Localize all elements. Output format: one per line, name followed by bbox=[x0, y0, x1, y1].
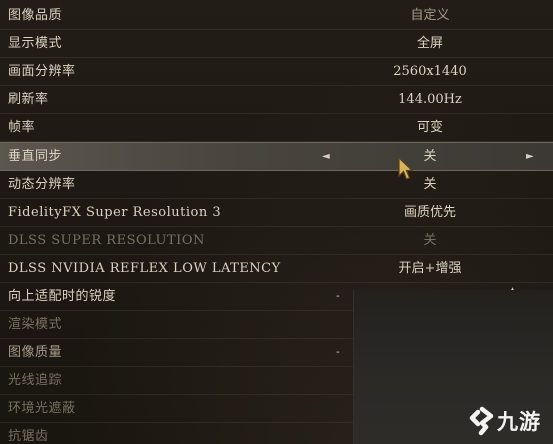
setting-label: 画面分辨率 bbox=[8, 64, 76, 79]
setting-value: 关 bbox=[423, 177, 437, 192]
setting-row-dlss-super-resolution[interactable]: DLSS SUPER RESOLUTION 关 bbox=[0, 227, 553, 255]
setting-label: 渲染模式 bbox=[8, 317, 63, 332]
setting-label: DLSS NVIDIA REFLEX LOW LATENCY bbox=[8, 261, 281, 276]
setting-label: 抗锯齿 bbox=[8, 429, 49, 444]
slider-decrease-icon[interactable]: - bbox=[336, 339, 340, 366]
mouse-cursor-icon bbox=[398, 156, 414, 180]
setting-label: DLSS SUPER RESOLUTION bbox=[8, 233, 205, 248]
setting-row-vsync[interactable]: 垂直同步 ◄ 关 ► bbox=[0, 142, 553, 171]
setting-row-refresh-rate[interactable]: 刷新率 144.00Hz bbox=[0, 86, 553, 114]
setting-label: 垂直同步 bbox=[8, 149, 63, 164]
jiuyou-logo-icon bbox=[469, 406, 494, 436]
slider-decrease-icon[interactable]: - bbox=[336, 283, 340, 310]
setting-label: 图像品质 bbox=[8, 8, 63, 23]
setting-value: 开启+增强 bbox=[398, 261, 462, 276]
setting-row-dynamic-resolution[interactable]: 动态分辨率 关 bbox=[0, 171, 553, 199]
setting-row-frame-rate[interactable]: 帧率 可变 bbox=[0, 114, 553, 142]
setting-label: 刷新率 bbox=[8, 92, 49, 107]
setting-value: 2560x1440 bbox=[393, 64, 467, 79]
graphics-settings-screen: 图像品质 自定义 显示模式 全屏 画面分辨率 2560x1440 刷新率 144… bbox=[0, 0, 553, 444]
setting-label: 光线追踪 bbox=[8, 373, 63, 388]
setting-label: 图像质量 bbox=[8, 345, 63, 360]
setting-value: 全屏 bbox=[416, 36, 443, 51]
setting-label: FidelityFX Super Resolution 3 bbox=[8, 205, 222, 220]
setting-value: 画质优先 bbox=[403, 205, 456, 220]
setting-row-resolution[interactable]: 画面分辨率 2560x1440 bbox=[0, 58, 553, 86]
setting-row-image-quality-preset[interactable]: 图像品质 自定义 bbox=[0, 2, 553, 30]
setting-value: 144.00Hz bbox=[398, 92, 462, 107]
setting-value: 可变 bbox=[416, 120, 443, 135]
arrow-right-icon[interactable]: ► bbox=[526, 143, 534, 170]
setting-label: 帧率 bbox=[8, 120, 36, 135]
setting-label: 显示模式 bbox=[8, 36, 63, 51]
setting-value: 自定义 bbox=[410, 8, 450, 23]
setting-label: 动态分辨率 bbox=[8, 177, 76, 192]
setting-label: 向上适配时的锐度 bbox=[8, 289, 117, 304]
watermark-text: 九游 bbox=[497, 410, 541, 434]
setting-row-dlss-reflex[interactable]: DLSS NVIDIA REFLEX LOW LATENCY 开启+增强 bbox=[0, 255, 553, 283]
setting-value: 关 bbox=[423, 149, 437, 164]
setting-row-fsr3[interactable]: FidelityFX Super Resolution 3 画质优先 bbox=[0, 199, 553, 227]
watermark-logo: 九游 bbox=[467, 404, 551, 440]
setting-label: 环境光遮蔽 bbox=[8, 401, 76, 416]
setting-row-display-mode[interactable]: 显示模式 全屏 bbox=[0, 30, 553, 58]
setting-value: 关 bbox=[423, 233, 437, 248]
